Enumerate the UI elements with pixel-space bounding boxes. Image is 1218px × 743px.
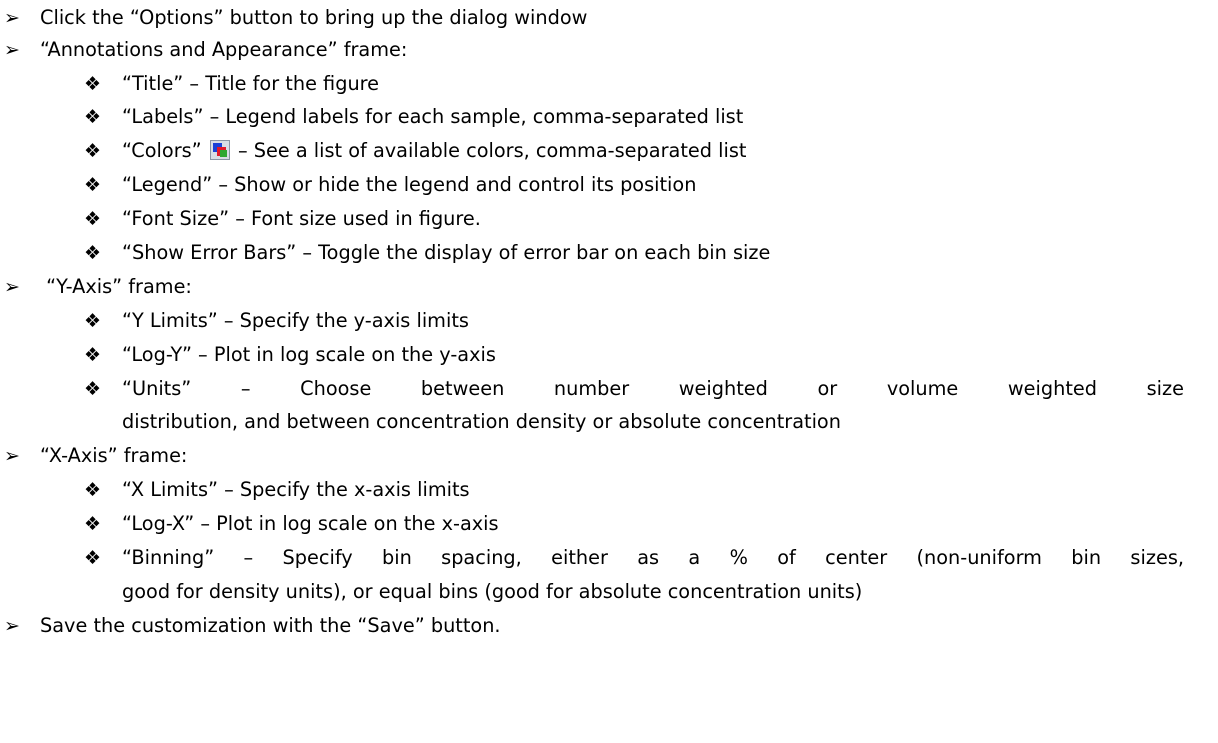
- arrow-bullet-icon: ➢: [4, 7, 20, 29]
- diamond-bullet-icon: ❖: [84, 479, 102, 501]
- list-item: ➢ “X-Axis” frame:: [0, 440, 1218, 474]
- arrow-bullet-icon: ➢: [4, 39, 20, 61]
- list-item-text: “Labels” – Legend labels for each sample…: [122, 105, 744, 128]
- arrow-bullet-icon: ➢: [4, 445, 20, 467]
- list-item-text: Click the “Options” button to bring up t…: [40, 6, 588, 29]
- diamond-bullet-icon: ❖: [84, 106, 102, 128]
- list-item-text: “Log-X” – Plot in log scale on the x-axi…: [122, 512, 499, 535]
- list-item-text: “Title” – Title for the figure: [122, 72, 380, 95]
- arrow-bullet-icon: ➢: [4, 615, 20, 637]
- diamond-bullet-icon: ❖: [84, 242, 102, 264]
- list-item-text: good for density units), or equal bins (…: [122, 580, 863, 603]
- list-item-text: Save the customization with the “Save” b…: [40, 614, 501, 637]
- list-item-text: “Font Size” – Font size used in figure.: [122, 207, 481, 230]
- list-item-continuation: good for density units), or equal bins (…: [0, 576, 1218, 610]
- list-item: ➢ Save the customization with the “Save”…: [0, 610, 1218, 644]
- diamond-bullet-icon: ❖: [84, 344, 102, 366]
- list-item-text: “Annotations and Appearance” frame:: [40, 38, 408, 61]
- diamond-bullet-icon: ❖: [84, 73, 102, 95]
- diamond-bullet-icon: ❖: [84, 174, 102, 196]
- list-item-text: “Y-Axis” frame:: [40, 275, 192, 298]
- sub-list-item: ❖ “Legend” – Show or hide the legend and…: [0, 169, 1218, 203]
- sub-list-item: ❖ “Y Limits” – Specify the y-axis limits: [0, 305, 1218, 339]
- list-item-text: “Colors” – See a list of available color…: [122, 137, 746, 165]
- sub-list-item: ❖ “X Limits” – Specify the x-axis limits: [0, 474, 1218, 508]
- list-item-continuation: distribution, and between concentration …: [0, 406, 1218, 440]
- list-item-text: “X Limits” – Specify the x-axis limits: [122, 478, 470, 501]
- instruction-document: ➢ Click the “Options” button to bring up…: [0, 0, 1218, 743]
- list-item-text: “Binning” – Specify bin spacing, either …: [122, 546, 1184, 569]
- diamond-bullet-icon: ❖: [84, 513, 102, 535]
- sub-list-item: ❖ “Binning” – Specify bin spacing, eithe…: [0, 542, 1218, 576]
- list-item-text: “Legend” – Show or hide the legend and c…: [122, 173, 697, 196]
- colors-label: “Colors”: [122, 139, 202, 162]
- sub-list-item: ❖ “Labels” – Legend labels for each samp…: [0, 101, 1218, 135]
- list-item-text: “Show Error Bars” – Toggle the display o…: [122, 241, 771, 264]
- diamond-bullet-icon: ❖: [84, 547, 102, 569]
- sub-list-item: ❖ “Units” – Choose between number weight…: [0, 373, 1218, 407]
- diamond-bullet-icon: ❖: [84, 208, 102, 230]
- diamond-bullet-icon: ❖: [84, 378, 102, 400]
- sub-list-item: ❖ “Colors” – See a list of available col…: [0, 135, 1218, 169]
- list-item: ➢ “Y-Axis” frame:: [0, 271, 1218, 305]
- colors-palette-icon: [209, 140, 230, 160]
- diamond-bullet-icon: ❖: [84, 310, 102, 332]
- sub-list-item: ❖ “Log-Y” – Plot in log scale on the y-a…: [0, 339, 1218, 373]
- sub-list-item: ❖ “Show Error Bars” – Toggle the display…: [0, 237, 1218, 271]
- list-item-text: “Units” – Choose between number weighted…: [122, 377, 1184, 400]
- sub-list-item: ❖ “Font Size” – Font size used in figure…: [0, 203, 1218, 237]
- list-item-text: distribution, and between concentration …: [122, 410, 841, 433]
- list-item-text: “X-Axis” frame:: [40, 444, 188, 467]
- list-item: ➢ “Annotations and Appearance” frame:: [0, 34, 1218, 68]
- sub-list-item: ❖ “Title” – Title for the figure: [0, 68, 1218, 102]
- colors-description: – See a list of available colors, comma-…: [237, 139, 747, 162]
- diamond-bullet-icon: ❖: [84, 140, 102, 162]
- list-item: ➢ Click the “Options” button to bring up…: [0, 2, 1218, 36]
- arrow-bullet-icon: ➢: [4, 276, 20, 298]
- list-item-text: “Y Limits” – Specify the y-axis limits: [122, 309, 469, 332]
- list-item-text: “Log-Y” – Plot in log scale on the y-axi…: [122, 343, 496, 366]
- sub-list-item: ❖ “Log-X” – Plot in log scale on the x-a…: [0, 508, 1218, 542]
